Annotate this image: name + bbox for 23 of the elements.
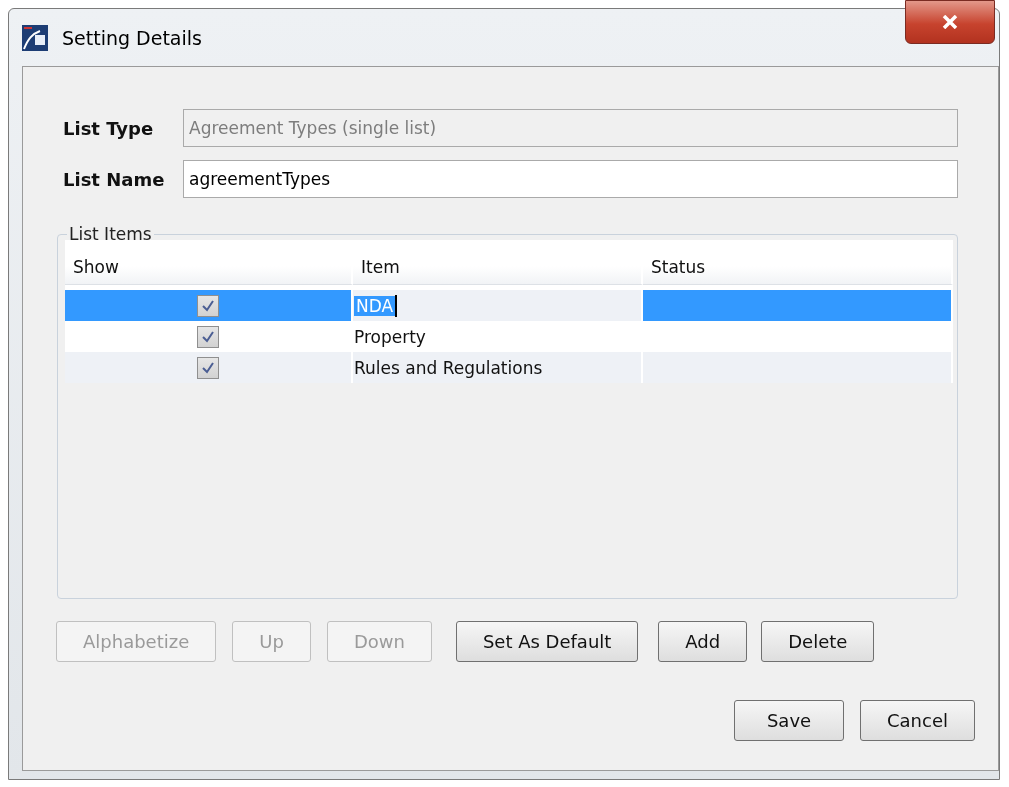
close-button[interactable] [905,0,995,44]
checkbox[interactable] [197,294,219,317]
text-cursor [395,294,398,317]
window-title: Setting Details [62,26,202,49]
checkmark-icon [201,329,215,344]
table-cell: NDA [354,295,396,316]
checkmark-icon [201,298,215,313]
action-button[interactable]: Add [658,621,748,662]
text-field[interactable]: agreementTypes [183,160,958,198]
checkbox[interactable] [197,356,219,379]
app-icon [22,24,48,51]
field-label: List Type [63,117,155,139]
dialog-button[interactable]: Cancel [860,700,975,741]
checkbox[interactable] [197,325,219,348]
checkmark-icon [201,360,215,375]
close-icon [942,15,958,29]
table-cell: Rules and Regulations [354,357,543,378]
table-row[interactable]: Rules and Regulations [65,352,953,383]
table-cell: Property [354,326,426,347]
action-button[interactable]: Set As Default [455,621,639,662]
field-label: List Name [63,168,166,190]
dialog-button[interactable]: Save [734,700,844,741]
action-button[interactable]: Delete [761,621,875,662]
